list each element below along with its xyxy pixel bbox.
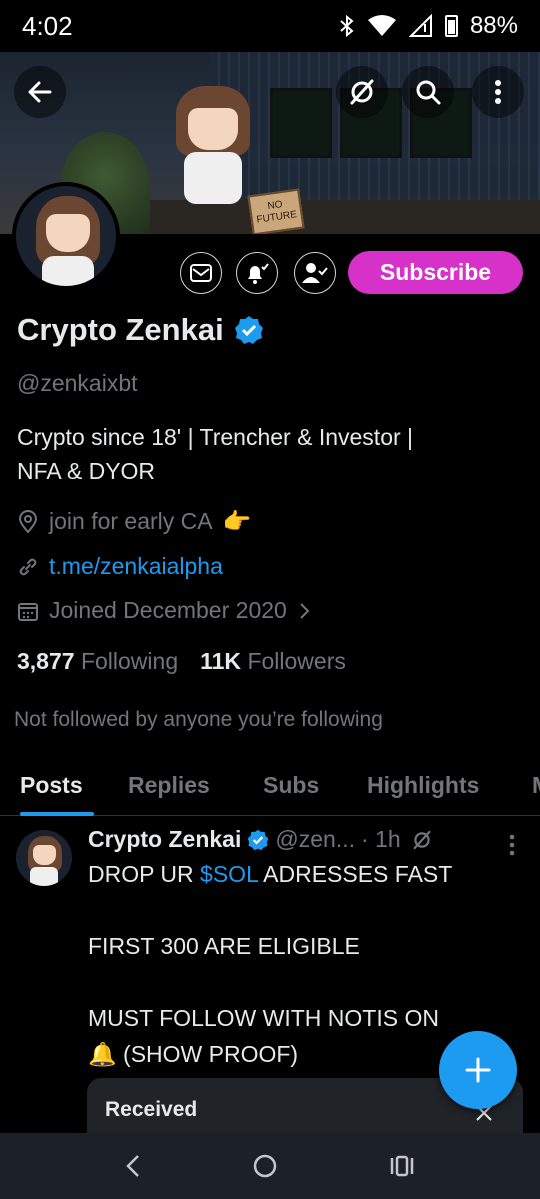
bio-line: Crypto since 18' | Trencher & Investor | xyxy=(17,424,414,450)
post-line: FIRST 300 ARE ELIGIBLE xyxy=(88,933,360,959)
profile-name-row: Crypto Zenkai xyxy=(17,312,264,348)
post-text-segment: DROP UR xyxy=(88,861,201,887)
bluetooth-icon xyxy=(340,14,354,38)
post-line: MUST FOLLOW WITH NOTIS ON xyxy=(88,1005,439,1031)
profile-joined[interactable]: Joined December 2020 xyxy=(17,597,311,624)
post-time: · 1h xyxy=(360,826,401,852)
bell-emoji: 🔔 xyxy=(88,1041,117,1067)
banner-sign: NO FUTURE xyxy=(247,188,305,234)
chevron-right-icon xyxy=(300,602,310,619)
status-bar: 4:02 88% xyxy=(0,0,540,52)
battery-percent: 88% xyxy=(469,12,518,39)
profile-location: join for early CA 👉 xyxy=(17,508,251,535)
website-link[interactable]: t.me/zenkaialpha xyxy=(49,553,223,580)
bell-check-icon xyxy=(248,263,269,284)
post-author-avatar[interactable] xyxy=(16,830,72,886)
search-button[interactable] xyxy=(402,66,454,118)
location-pin-icon xyxy=(18,509,38,534)
pointing-emoji: 👉 xyxy=(222,508,252,534)
verified-badge-icon[interactable] xyxy=(234,315,264,345)
nav-back-icon[interactable] xyxy=(124,1153,142,1179)
grok-slash-icon[interactable] xyxy=(411,829,433,851)
wifi-icon xyxy=(367,15,396,36)
post-text-segment: (SHOW PROOF) xyxy=(116,1041,299,1067)
more-vertical-icon xyxy=(495,80,501,104)
bio-line: NFA & DYOR xyxy=(17,458,156,484)
tab-replies[interactable]: Replies xyxy=(128,772,210,799)
link-icon xyxy=(19,558,37,575)
profile-tabs: Posts Replies Subs Highlights M xyxy=(0,760,540,816)
tab-subs[interactable]: Subs xyxy=(263,772,319,799)
following-label: Following xyxy=(80,648,179,674)
more-button[interactable] xyxy=(472,66,524,118)
compose-button[interactable] xyxy=(439,1031,517,1109)
active-tab-indicator xyxy=(20,812,94,816)
joined-text: Joined December 2020 xyxy=(49,597,287,623)
display-name: Crypto Zenkai xyxy=(17,312,224,347)
location-text: join for early CA xyxy=(49,508,213,534)
cashtag-link[interactable]: $SOL xyxy=(200,861,258,887)
following-count: 3,877 xyxy=(17,648,75,674)
nav-recents-icon[interactable] xyxy=(388,1153,416,1179)
back-button[interactable] xyxy=(14,66,66,118)
post-author-handle: @zen... xyxy=(275,826,355,852)
banner-character xyxy=(176,86,250,206)
profile-stats: 3,877 Following 11K Followers xyxy=(17,648,346,675)
post-author-name[interactable]: Crypto Zenkai xyxy=(88,826,241,853)
back-arrow-icon xyxy=(28,81,52,103)
profile-bio: Crypto since 18' | Trencher & Investor |… xyxy=(17,420,517,488)
card-label: Received xyxy=(105,1098,198,1121)
mail-icon xyxy=(190,264,212,282)
followers-stat[interactable]: 11K Followers xyxy=(200,648,346,675)
verified-badge-icon xyxy=(248,829,269,850)
subscribe-button[interactable]: Subscribe xyxy=(348,251,523,294)
post-header: Crypto Zenkai @zen... · 1h xyxy=(88,826,433,853)
mutual-followers-note: Not followed by anyone you’re following xyxy=(14,708,383,731)
followers-count: 11K xyxy=(200,648,242,674)
post-body: DROP UR $SOL ADRESSES FAST FIRST 300 ARE… xyxy=(88,856,508,1072)
profile-handle: @zenkaixbt xyxy=(17,370,138,396)
grok-button[interactable] xyxy=(336,66,388,118)
system-nav-bar xyxy=(0,1133,540,1199)
tab-posts[interactable]: Posts xyxy=(20,772,83,799)
follow-status-button[interactable] xyxy=(294,252,336,294)
nav-home-icon[interactable] xyxy=(251,1152,279,1180)
post-more-icon[interactable] xyxy=(508,834,516,856)
profile-avatar[interactable] xyxy=(12,182,120,290)
notifications-button[interactable] xyxy=(236,252,278,294)
message-button[interactable] xyxy=(180,252,222,294)
user-check-icon xyxy=(302,263,328,283)
search-icon xyxy=(416,80,441,105)
followers-label: Followers xyxy=(247,648,346,674)
tab-more[interactable]: M xyxy=(532,772,540,799)
tab-highlights[interactable]: Highlights xyxy=(367,772,479,799)
profile-website[interactable]: t.me/zenkaialpha xyxy=(17,553,223,580)
plus-icon xyxy=(465,1057,491,1083)
battery-icon xyxy=(444,15,458,37)
post-line: DROP UR $SOL ADRESSES FAST xyxy=(88,856,508,892)
banner-monitor xyxy=(270,88,332,158)
post-text-segment: ADRESSES FAST xyxy=(258,861,453,887)
calendar-icon xyxy=(18,602,38,621)
status-time: 4:02 xyxy=(22,10,73,41)
following-stat[interactable]: 3,877 Following xyxy=(17,648,178,675)
grok-slash-icon xyxy=(350,79,374,105)
signal-icon xyxy=(408,14,432,37)
